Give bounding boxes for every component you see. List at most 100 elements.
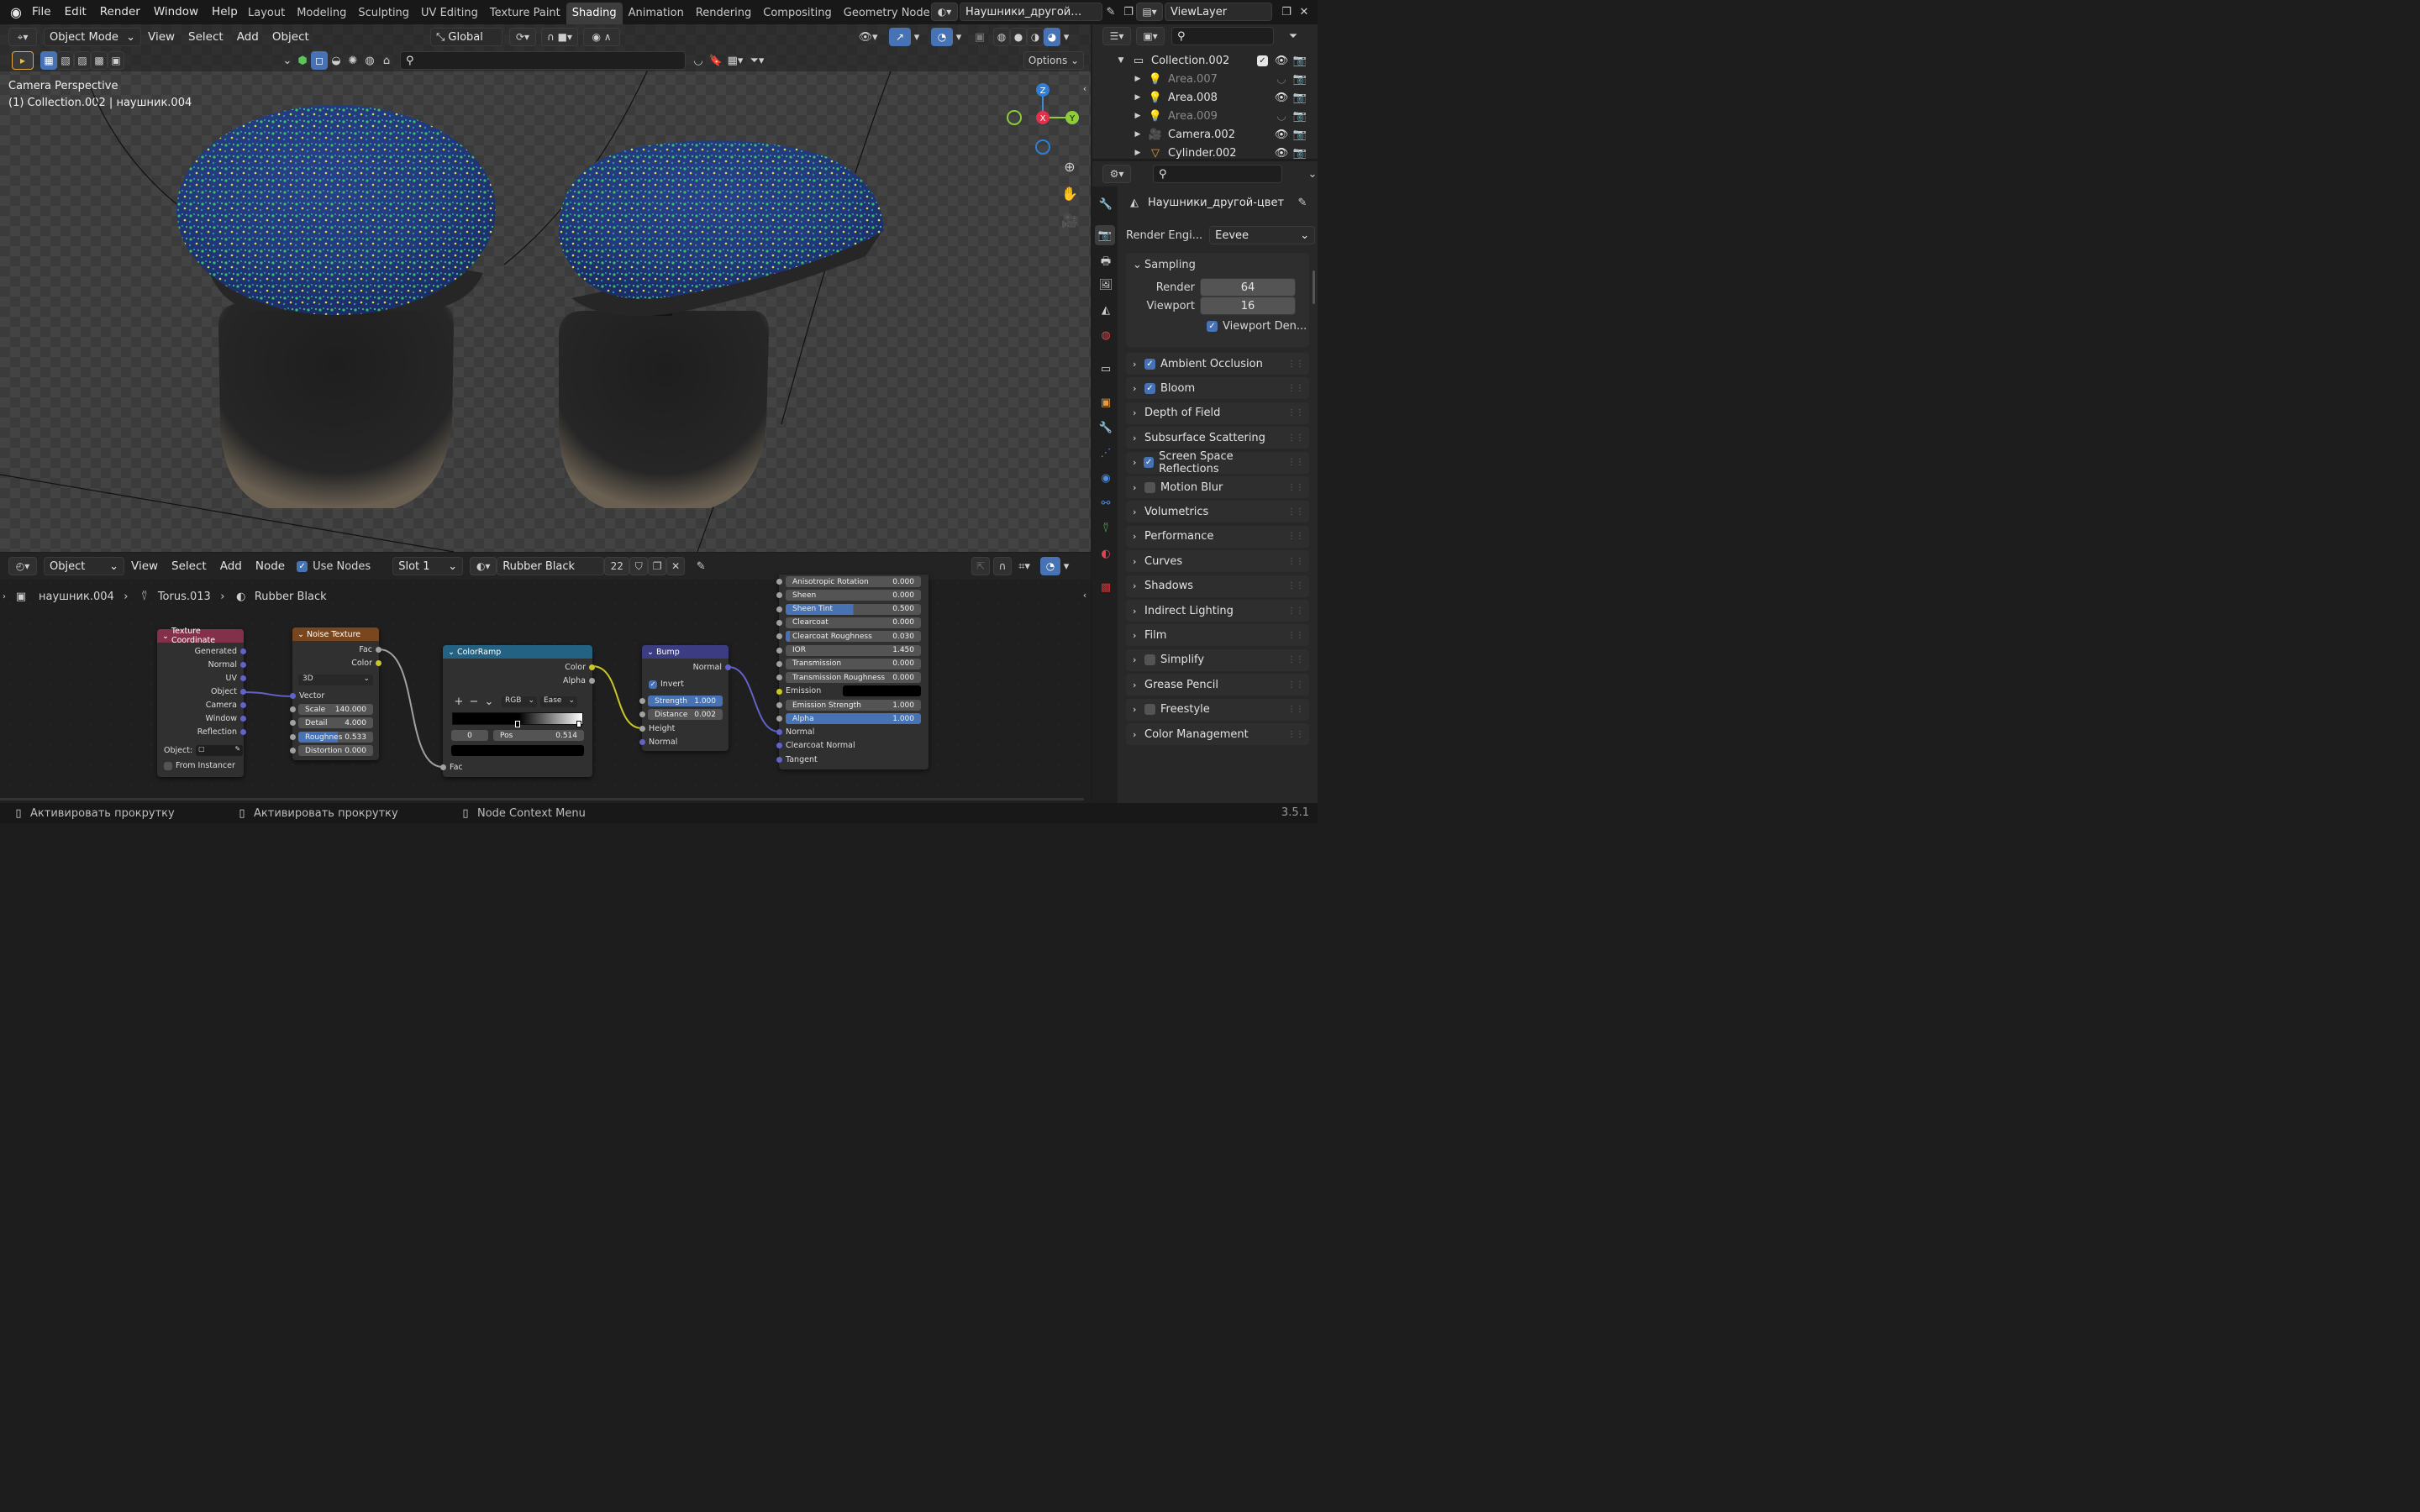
panel-header[interactable]: › Depth of Field ⋮⋮ [1126,402,1309,424]
menu-file[interactable]: File [25,0,58,24]
pan-hand-icon[interactable]: ✋ [1060,186,1079,202]
eye-icon[interactable]: 👁 [1274,147,1289,160]
tab-uv-editing[interactable]: UV Editing [415,3,484,24]
socket-reflection[interactable] [240,728,246,735]
from-instancer-checkbox[interactable] [164,761,172,770]
principled-bsdf-node[interactable]: Anisotropic Rotation 0.000 Sheen 0.000 Sheen… [776,575,929,769]
drag-handle-icon[interactable]: ⋮⋮ [1287,557,1309,566]
scale-field[interactable]: Scale 140.000 [298,704,373,715]
emission-strength-field[interactable]: Emission Strength 1.000 [786,700,921,711]
socket-distance[interactable] [639,711,645,717]
tab-geometry-nodes[interactable]: Geometry Node [838,3,936,24]
socket-color[interactable] [376,659,381,666]
wireframe-shading-icon[interactable]: ◍ [993,28,1010,46]
outliner-editor-type-icon[interactable]: ☰▾ [1102,27,1131,45]
tab-compositing[interactable]: Compositing [757,3,838,24]
overlay-toggle-icon[interactable]: ◔ [931,28,953,46]
outliner-item[interactable]: ▶ 🎥 Camera.002 👁 📷 [1092,125,1318,144]
select-tool-icon[interactable]: ▸ [12,51,34,70]
menu-help[interactable]: Help [205,0,245,24]
outliner-item[interactable]: ▶ 💡 Area.007 ◡ 📷 [1092,70,1318,88]
visibility-icon[interactable]: 👁▾ [854,31,882,44]
pin-icon[interactable]: ✎ [1102,6,1119,18]
viewlayer-selector-icon[interactable]: ▤▾ [1136,3,1163,21]
bsdf-input-socket[interactable] [776,660,782,667]
bsdf-input-socket[interactable] [776,579,782,585]
viewport-samples-field[interactable]: 16 [1200,297,1296,315]
render-visibility-icon[interactable]: 📷 [1292,92,1307,104]
navigation-gizmo[interactable]: Z Y X [1005,80,1081,155]
tab-modeling[interactable]: Modeling [291,3,352,24]
3d-viewport[interactable]: ⌖▾ Object Mode ⌄ View Select Add Object ⤡… [0,24,1091,552]
bsdf-input-socket[interactable] [776,606,782,612]
socket-fac[interactable] [376,646,381,653]
panel-enable-checkbox[interactable] [1144,704,1155,716]
stop-position-field[interactable]: Pos 0.514 [493,730,584,741]
expand-right-icon[interactable]: ▶ [1133,130,1143,139]
menu-edit[interactable]: Edit [58,0,93,24]
blender-logo-icon[interactable]: ◉ [7,4,25,20]
tab-layout[interactable]: Layout [242,3,291,24]
menu-render[interactable]: Render [93,0,147,24]
drag-handle-icon[interactable]: ⋮⋮ [1287,507,1309,517]
socket-camera[interactable] [240,701,246,708]
bsdf-input-socket[interactable] [776,675,782,681]
filter-light-icon[interactable]: ✺ [345,55,361,67]
panel-header[interactable]: › Simplify ⋮⋮ [1126,648,1309,671]
strength-field[interactable]: Strength 1.000 [648,696,723,706]
transform-orientation-dropdown[interactable]: ⤡ Global [430,28,502,46]
panel-header[interactable]: › Shadows ⋮⋮ [1126,575,1309,597]
bsdf-field[interactable]: Transmission 0.000 [786,658,921,669]
bsdf-field[interactable]: Clearcoat 0.000 [786,617,921,628]
drag-handle-icon[interactable]: ⋮⋮ [1287,433,1309,443]
socket-color[interactable] [589,664,595,670]
emission-color-swatch[interactable] [843,685,921,696]
collapse-icon[interactable]: ⌄ [448,648,457,657]
render-engine-dropdown[interactable]: Eevee ⌄ [1209,226,1316,244]
panel-enable-checkbox[interactable]: ✓ [1144,382,1155,394]
socket-scale[interactable] [290,706,296,712]
bump-header[interactable]: ⌄ Bump [642,645,729,659]
scene-tab-icon[interactable]: ◭ [1097,304,1114,317]
bsdf-field[interactable]: IOR 1.450 [786,644,921,656]
panel-header[interactable]: › Grease Pencil ⋮⋮ [1126,674,1309,696]
noise-texture-node[interactable]: ⌄ Noise Texture Fac Color 3D ⌄ Vector Sca… [290,627,381,760]
collapse-icon[interactable]: ⌄ [647,648,656,657]
socket-object[interactable] [240,688,246,695]
alpha-field[interactable]: Alpha 1.000 [786,713,921,724]
select-box-new-icon[interactable]: ▦ [40,51,57,70]
texture-coordinate-node[interactable]: ⌄ Texture Coordinate Generated Normal UV… [157,627,246,777]
render-visibility-icon[interactable]: 📷 [1292,73,1307,86]
bsdf-input-socket[interactable] [776,619,782,626]
ramp-stop-marker[interactable] [576,721,581,727]
filter-selectable-icon[interactable]: ◻ [311,51,328,70]
distortion-field[interactable]: Distortion 0.000 [298,745,373,756]
socket-height[interactable] [639,725,645,732]
hidden-eye-icon[interactable]: ◡ [1274,110,1289,123]
texture-tab-icon[interactable]: ▩ [1097,581,1114,594]
outliner-item[interactable]: ▶ 💡 Area.008 👁 📷 [1092,88,1318,107]
panel-header[interactable]: › Indirect Lighting ⋮⋮ [1126,600,1309,622]
snap-icon[interactable]: ∩ ■▾ [541,28,578,46]
material-tab-icon[interactable]: ◐ [1097,548,1114,560]
socket-generated[interactable] [240,648,246,654]
scene-selector-icon[interactable]: ◐▾ [931,3,958,21]
expand-right-icon[interactable]: ▶ [1133,93,1143,102]
panel-enable-checkbox[interactable]: ✓ [1144,457,1155,469]
drag-handle-icon[interactable]: ⋮⋮ [1287,458,1309,467]
viewport-menu-object[interactable]: Object [266,27,316,47]
collection-include-checkbox[interactable]: ✓ [1257,55,1268,66]
socket-window[interactable] [240,715,246,722]
panel-enable-checkbox[interactable]: ✓ [1144,358,1155,370]
proportional-edit-icon[interactable]: ◉ ∧ [583,28,620,46]
socket-normal-output[interactable] [725,664,731,670]
socket-uv[interactable] [240,675,246,681]
object-picker-field[interactable]: ▢ ✎ [196,745,244,756]
drag-handle-icon[interactable]: ⋮⋮ [1287,680,1309,690]
drag-handle-icon[interactable]: ⋮⋮ [1287,730,1309,739]
expand-right-icon[interactable]: ▶ [1133,75,1143,83]
socket-normal[interactable] [240,661,246,668]
viewport-search-input[interactable]: ⚲ [400,51,686,70]
object-type-icon[interactable]: ⬢ [294,55,311,67]
eye-icon[interactable]: 👁 [1274,55,1289,67]
